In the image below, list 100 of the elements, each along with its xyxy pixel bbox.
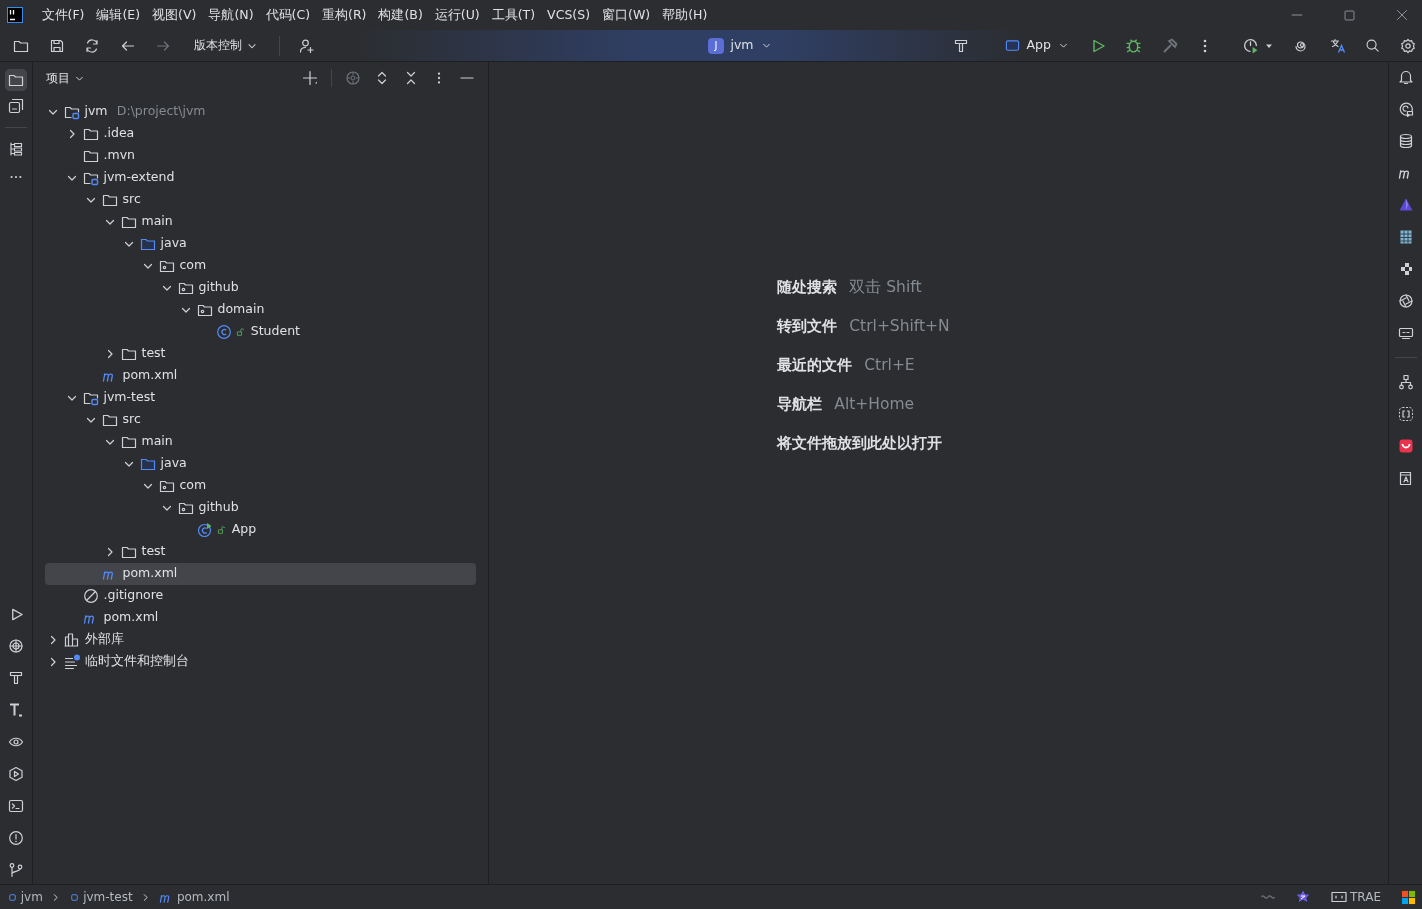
tree-item[interactable]: pom.xml (45, 562, 476, 585)
file-name: test (141, 542, 166, 561)
aperture-icon[interactable] (1397, 292, 1414, 309)
tree-item[interactable]: github (45, 276, 476, 299)
plugin-widget[interactable]: TRAE (1330, 888, 1381, 906)
app-icon[interactable] (1397, 437, 1414, 454)
maximize-icon[interactable] (1343, 8, 1356, 22)
tree-item[interactable]: main (45, 430, 476, 453)
panel-title-dropdown[interactable]: 项目 (46, 69, 87, 87)
dictionary-icon[interactable] (1397, 469, 1414, 486)
file-name: github (198, 278, 239, 297)
structure-icon[interactable] (8, 140, 24, 157)
tree-item[interactable]: Student (45, 320, 476, 343)
hint-shortcut: Alt+Home (834, 393, 915, 415)
notifications-icon[interactable] (1397, 68, 1414, 85)
vcs-menu-button[interactable]: 版本控制 (193, 36, 259, 55)
tree-item[interactable]: java (45, 232, 476, 255)
breadcrumb-item[interactable]: pom.xml (158, 888, 230, 906)
menu-item[interactable]: 帮助(H) (656, 3, 714, 27)
tree-item[interactable]: domain (45, 298, 476, 321)
tree-item[interactable]: test (45, 342, 476, 365)
hammer-icon[interactable] (8, 669, 24, 686)
file-name: Student (250, 322, 300, 341)
file-name: pom.xml (103, 608, 159, 627)
menu-item[interactable]: 运行(U) (428, 3, 486, 27)
locate-icon[interactable] (345, 70, 361, 86)
project-badge: J (708, 37, 724, 54)
add-icon[interactable] (302, 70, 318, 86)
save-icon[interactable] (48, 37, 65, 54)
pyramid-icon[interactable] (1397, 196, 1414, 213)
commit-icon[interactable] (8, 97, 24, 114)
star-logo-icon[interactable] (1295, 889, 1312, 905)
ignore-file-icon (83, 587, 100, 604)
file-path: D:\project\jvm (116, 102, 206, 121)
services-icon[interactable] (8, 637, 24, 654)
tree-item[interactable]: com (45, 254, 476, 277)
tree-item[interactable]: java (45, 452, 476, 475)
file-name: jvm-test (103, 388, 156, 407)
tree-item[interactable]: pom.xml (45, 606, 476, 629)
project-switcher[interactable]: J jvm (708, 36, 774, 55)
brackets-icon[interactable] (1397, 405, 1414, 422)
tree-item[interactable]: App (45, 518, 476, 541)
tree-item[interactable]: com (45, 474, 476, 497)
tree-item[interactable]: src (45, 408, 476, 431)
profiler-icon[interactable] (1242, 37, 1260, 54)
breadcrumb-item[interactable]: jvm-test (68, 888, 133, 906)
menu-item[interactable]: 编辑(E) (90, 3, 147, 27)
unlock-icon (235, 326, 247, 337)
file-name: main (141, 212, 173, 231)
tree-item[interactable]: src (45, 188, 476, 211)
library-icon (64, 631, 81, 648)
file-name: com (179, 256, 207, 275)
menu-item[interactable]: 视图(V) (146, 3, 203, 27)
menu-item[interactable]: 文件(F) (35, 3, 91, 27)
tree-item[interactable]: github (45, 496, 476, 519)
services-play-icon[interactable] (8, 765, 24, 782)
four-square-logo-icon[interactable] (1400, 889, 1416, 905)
sync-icon[interactable] (84, 37, 100, 54)
menu-item[interactable]: 代码(C) (259, 3, 316, 27)
hierarchy-icon[interactable] (1397, 373, 1414, 390)
add-user-icon[interactable] (299, 37, 315, 54)
file-name: jvm (84, 102, 108, 121)
settings-icon[interactable] (1399, 37, 1416, 54)
close-icon[interactable] (1395, 8, 1409, 22)
hint-action: 最近的文件 (777, 355, 853, 377)
chat-icon[interactable] (1397, 100, 1414, 117)
text-tool-icon[interactable] (8, 701, 24, 718)
menu-item[interactable]: 窗口(W) (596, 3, 657, 27)
file-name: src (122, 410, 141, 429)
menu-item[interactable]: VCS(S) (541, 3, 596, 27)
bug-icon[interactable] (1125, 37, 1143, 54)
menu-item[interactable]: 导航(N) (202, 3, 260, 27)
tree-item[interactable]: jvm-test (45, 386, 476, 409)
project-tool-tab[interactable] (4, 68, 28, 91)
menu-item[interactable]: 构建(B) (372, 3, 429, 27)
translate-icon[interactable] (1329, 37, 1346, 54)
tree-item[interactable]: test (45, 540, 476, 563)
terminal-icon[interactable] (8, 797, 24, 814)
tree-item[interactable]: 外部库 (45, 628, 476, 651)
tree-item[interactable]: pom.xml (45, 364, 476, 387)
tree-item[interactable]: .idea (45, 122, 476, 145)
database-icon[interactable] (1397, 132, 1414, 149)
hammer-icon[interactable] (953, 37, 970, 54)
problems-icon[interactable] (8, 829, 24, 846)
tree-item[interactable]: .mvn (45, 144, 476, 167)
file-name: com (179, 476, 207, 495)
tree-item[interactable]: .gitignore (45, 584, 476, 607)
build-icon[interactable] (1161, 37, 1178, 54)
runnable-class-icon (197, 521, 214, 538)
breadcrumb-item[interactable]: jvm (6, 888, 43, 906)
search-icon[interactable] (1365, 38, 1380, 53)
tree-item[interactable]: 临时文件和控制台 (45, 650, 476, 673)
git-icon[interactable] (8, 861, 24, 878)
app-logo-icon (6, 7, 23, 23)
tree-item[interactable]: main (45, 210, 476, 233)
tree-item[interactable]: jvm-extend (45, 166, 476, 189)
menu-item[interactable]: 工具(T) (485, 3, 542, 27)
run-config-selector[interactable]: App (1005, 36, 1071, 55)
tree-item[interactable]: jvm D:\project\jvm (45, 100, 476, 123)
menu-item[interactable]: 重构(R) (316, 3, 373, 27)
